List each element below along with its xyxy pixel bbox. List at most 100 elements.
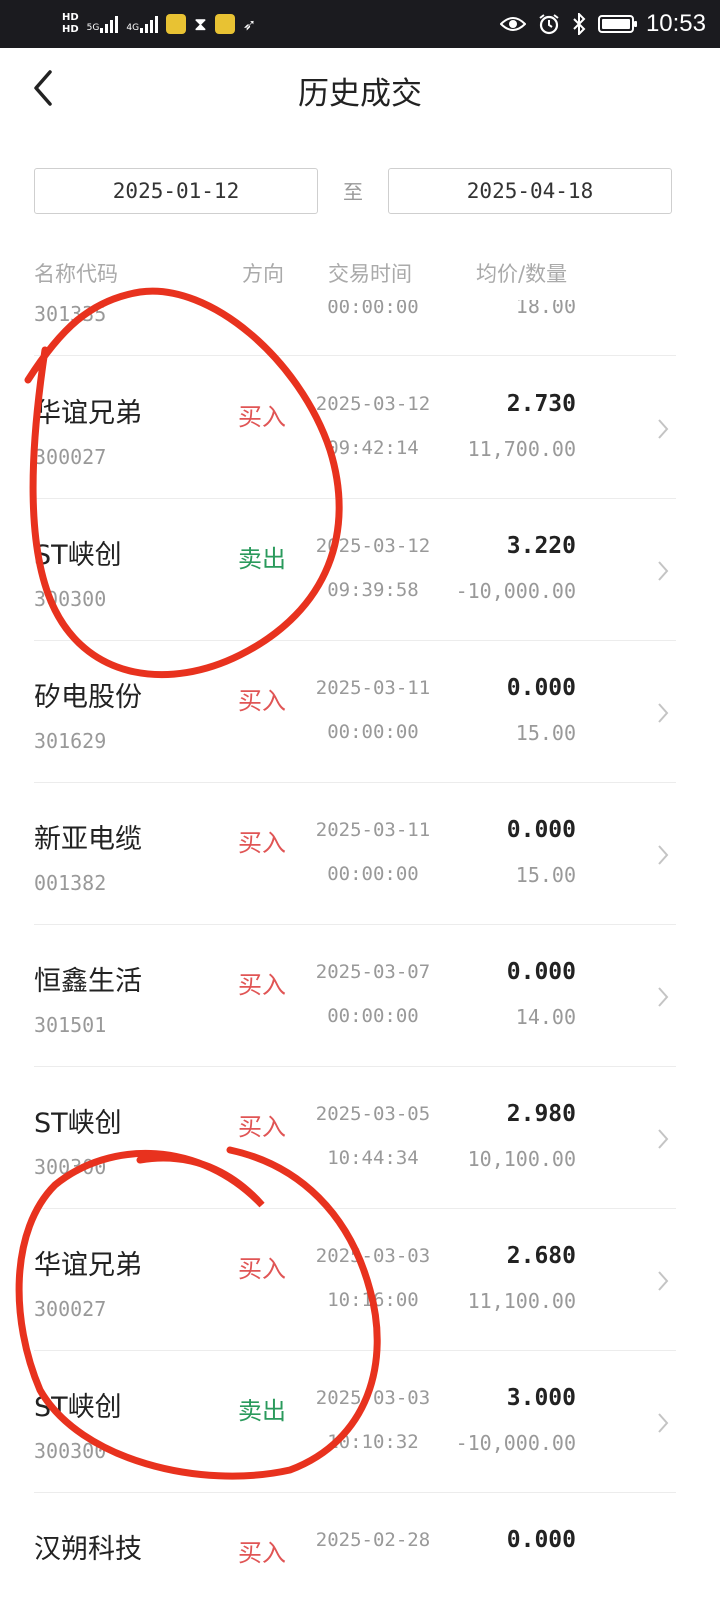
stock-code: 300300 bbox=[34, 1155, 107, 1179]
trade-time: 09:39:58 bbox=[327, 579, 419, 601]
average-price: 2.980 bbox=[506, 1101, 576, 1127]
table-row[interactable]: 华谊兄弟 300027 买入 2025-03-03 10:16:00 2.680… bbox=[0, 1209, 720, 1351]
chevron-right-icon bbox=[658, 703, 669, 723]
signal-bars-icon bbox=[140, 15, 159, 33]
trade-date: 2025-02-28 bbox=[315, 1529, 431, 1551]
eye-icon bbox=[499, 17, 526, 31]
chevron-right-icon bbox=[658, 1271, 669, 1291]
stock-name: 华谊兄弟 bbox=[34, 398, 142, 429]
chevron-right-icon bbox=[658, 845, 669, 865]
trade-date: 2025-03-05 bbox=[315, 1103, 431, 1125]
date-separator: 至 bbox=[343, 180, 363, 204]
stock-name: 恒鑫生活 bbox=[34, 966, 142, 997]
status-left: HD HD 5G 4G ⧗ ➶ bbox=[62, 8, 256, 40]
end-date-field[interactable]: 2025-04-18 bbox=[388, 168, 672, 214]
stock-code: 301629 bbox=[34, 729, 107, 753]
start-date-field[interactable]: 2025-01-12 bbox=[34, 168, 318, 214]
average-price: 2.730 bbox=[506, 391, 576, 417]
table-row[interactable]: ST峡创 300300 卖出 2025-03-12 09:39:58 3.220… bbox=[0, 499, 720, 641]
column-header-price-qty: 均价/数量 bbox=[476, 262, 568, 286]
trade-date: 2025-03-12 bbox=[315, 393, 431, 415]
trade-quantity: -10,000.00 bbox=[455, 579, 576, 603]
trade-time: 00:00:00 bbox=[327, 863, 419, 885]
direction-label: 卖出 bbox=[238, 545, 286, 573]
average-price: 3.220 bbox=[506, 533, 576, 559]
column-header-name: 名称代码 bbox=[34, 262, 118, 286]
stock-name: ST峡创 bbox=[34, 540, 122, 571]
average-price: 0.000 bbox=[506, 959, 576, 985]
trade-date: 2025-03-11 bbox=[315, 677, 431, 699]
trade-quantity: 14.00 bbox=[515, 1005, 576, 1029]
stock-code: 300300 bbox=[34, 1439, 107, 1463]
trade-quantity: 11,700.00 bbox=[467, 437, 576, 461]
bluetooth-icon bbox=[573, 13, 586, 35]
trade-quantity: -10,000.00 bbox=[455, 1431, 576, 1455]
average-price: 3.000 bbox=[506, 1385, 576, 1411]
direction-label: 买入 bbox=[238, 1539, 286, 1567]
trade-date: 2025-03-03 bbox=[315, 1245, 431, 1267]
direction-label: 买入 bbox=[238, 1255, 286, 1283]
app-notification-icon bbox=[166, 14, 187, 34]
trade-date: 2025-03-12 bbox=[315, 535, 431, 557]
send-icon: ➶ bbox=[242, 14, 257, 34]
average-price: 0.000 bbox=[506, 817, 576, 843]
table-row[interactable]: ST峡创 300300 卖出 2025-03-03 10:10:32 3.000… bbox=[0, 1351, 720, 1493]
stock-name: 新亚电缆 bbox=[34, 824, 142, 855]
table-row[interactable]: 汉朔科技 买入 2025-02-28 0.000 bbox=[0, 1493, 720, 1600]
table-row[interactable]: 华谊兄弟 300027 买入 2025-03-12 09:42:14 2.730… bbox=[0, 357, 720, 499]
table-row[interactable]: 恒鑫生活 301501 买入 2025-03-07 00:00:00 0.000… bbox=[0, 925, 720, 1067]
battery-icon bbox=[597, 15, 637, 33]
average-price: 2.680 bbox=[506, 1243, 576, 1269]
stock-name: 矽电股份 bbox=[34, 682, 142, 713]
alarm-icon bbox=[539, 14, 559, 35]
stock-code: 001382 bbox=[34, 871, 107, 895]
trade-time: 09:42:14 bbox=[327, 437, 419, 459]
stock-name: 华谊兄弟 bbox=[34, 1250, 142, 1281]
chevron-right-icon bbox=[658, 1129, 669, 1149]
column-header-time: 交易时间 bbox=[328, 262, 412, 286]
direction-label: 买入 bbox=[238, 829, 286, 857]
trade-quantity: 10,100.00 bbox=[467, 1147, 576, 1171]
chevron-right-icon bbox=[658, 1413, 669, 1433]
trade-date: 2025-03-11 bbox=[315, 819, 431, 841]
nav-bar: 历史成交 bbox=[0, 48, 720, 128]
column-header-direction: 方向 bbox=[242, 262, 284, 286]
stock-code: 300027 bbox=[34, 445, 107, 469]
trade-time: 10:16:00 bbox=[327, 1289, 419, 1311]
direction-label: 买入 bbox=[238, 1113, 286, 1141]
direction-label: 买入 bbox=[238, 403, 286, 431]
app-notification-icon bbox=[214, 14, 235, 34]
stock-name: ST峡创 bbox=[34, 1392, 122, 1423]
stock-name: 汉朔科技 bbox=[34, 1534, 142, 1565]
page-title: 历史成交 bbox=[298, 76, 422, 112]
trade-quantity: 15.00 bbox=[515, 863, 576, 887]
trade-quantity: 15.00 bbox=[515, 721, 576, 745]
direction-label: 买入 bbox=[238, 971, 286, 999]
hourglass-icon: ⧗ bbox=[194, 13, 207, 35]
signal-4g: 4G bbox=[126, 15, 159, 33]
chevron-right-icon bbox=[658, 987, 669, 1007]
trade-date: 2025-03-07 bbox=[315, 961, 431, 983]
table-row[interactable]: ST峡创 300300 买入 2025-03-05 10:44:34 2.980… bbox=[0, 1067, 720, 1209]
hd-label-2: HD bbox=[62, 24, 79, 35]
net-label-2: 4G bbox=[126, 23, 140, 33]
trade-time: 10:44:34 bbox=[327, 1147, 419, 1169]
chevron-right-icon bbox=[658, 561, 669, 581]
stock-name: ST峡创 bbox=[34, 1108, 122, 1139]
trade-list: 华谊兄弟 300027 买入 2025-03-12 09:42:14 2.730… bbox=[0, 300, 720, 1600]
table-row[interactable]: 新亚电缆 001382 买入 2025-03-11 00:00:00 0.000… bbox=[0, 783, 720, 925]
signal-bars-icon bbox=[100, 15, 119, 33]
trade-time: 10:10:32 bbox=[327, 1431, 419, 1453]
hd-label-1: HD bbox=[62, 12, 79, 23]
trade-date: 2025-03-03 bbox=[315, 1387, 431, 1409]
hd-indicator: HD HD bbox=[62, 12, 79, 36]
table-row[interactable]: 矽电股份 301629 买入 2025-03-11 00:00:00 0.000… bbox=[0, 641, 720, 783]
stock-code: 300027 bbox=[34, 1297, 107, 1321]
trade-time: 00:00:00 bbox=[327, 1005, 419, 1027]
stock-code: 301501 bbox=[34, 1013, 107, 1037]
average-price: 0.000 bbox=[506, 675, 576, 701]
net-label-1: 5G bbox=[86, 23, 100, 33]
status-right: 10:53 bbox=[499, 8, 706, 40]
stock-code: 300300 bbox=[34, 587, 107, 611]
trade-quantity: 11,100.00 bbox=[467, 1289, 576, 1313]
